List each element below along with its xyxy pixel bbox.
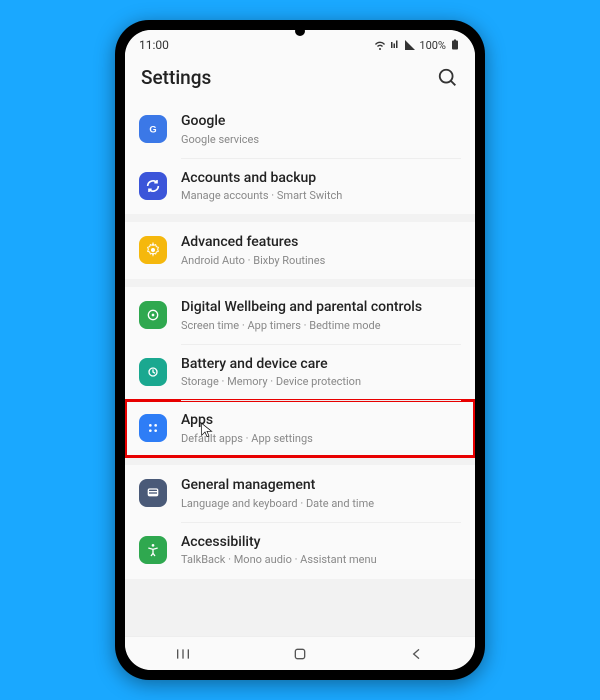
signal-icon — [404, 39, 416, 51]
clock: 11:00 — [139, 38, 169, 52]
settings-item-apps[interactable]: Apps Default apps · App settings — [125, 400, 475, 457]
item-subtitle: TalkBack · Mono audio · Assistant menu — [181, 553, 461, 566]
home-button[interactable] — [285, 646, 315, 662]
svg-text:G: G — [149, 124, 156, 134]
item-title: Accessibility — [181, 534, 461, 552]
item-subtitle: Manage accounts · Smart Switch — [181, 189, 461, 202]
status-icons: 100% — [374, 39, 461, 52]
wifi-icon — [374, 39, 386, 51]
item-title: Digital Wellbeing and parental controls — [181, 299, 461, 317]
item-title: General management — [181, 477, 461, 495]
item-subtitle: Default apps · App settings — [181, 432, 461, 445]
accessibility-icon — [139, 536, 167, 564]
item-subtitle: Google services — [181, 133, 461, 146]
lte-icon — [389, 39, 401, 51]
item-title: Google — [181, 113, 461, 131]
page-title: Settings — [141, 66, 211, 89]
settings-item-google[interactable]: G Google Google services — [125, 101, 475, 158]
search-icon — [437, 67, 459, 89]
general-icon — [139, 479, 167, 507]
gear-icon — [139, 236, 167, 264]
settings-item-accounts[interactable]: Accounts and backup Manage accounts · Sm… — [125, 158, 475, 215]
camera-notch — [295, 26, 305, 36]
wellbeing-icon — [139, 301, 167, 329]
settings-item-general[interactable]: General management Language and keyboard… — [125, 465, 475, 522]
sync-icon — [139, 172, 167, 200]
apps-icon — [139, 414, 167, 442]
battery-text: 100% — [419, 39, 446, 52]
item-title: Battery and device care — [181, 356, 461, 374]
phone-frame: 11:00 100% Settings G — [115, 20, 485, 680]
header: Settings — [125, 56, 475, 101]
item-title: Advanced features — [181, 234, 461, 252]
settings-item-battery[interactable]: Battery and device care Storage · Memory… — [125, 344, 475, 401]
search-button[interactable] — [437, 67, 459, 89]
item-subtitle: Storage · Memory · Device protection — [181, 375, 461, 388]
item-title: Apps — [181, 412, 461, 430]
settings-item-accessibility[interactable]: Accessibility TalkBack · Mono audio · As… — [125, 522, 475, 579]
back-button[interactable] — [402, 646, 432, 662]
item-subtitle: Language and keyboard · Date and time — [181, 497, 461, 510]
item-title: Accounts and backup — [181, 170, 461, 188]
settings-item-advanced[interactable]: Advanced features Android Auto · Bixby R… — [125, 222, 475, 279]
navigation-bar — [125, 636, 475, 670]
settings-list: G Google Google services Accounts and ba… — [125, 101, 475, 636]
device-care-icon — [139, 358, 167, 386]
recents-button[interactable] — [168, 646, 198, 662]
screen: 11:00 100% Settings G — [125, 30, 475, 670]
item-subtitle: Android Auto · Bixby Routines — [181, 254, 461, 267]
google-icon: G — [139, 115, 167, 143]
battery-icon — [449, 39, 461, 51]
settings-item-wellbeing[interactable]: Digital Wellbeing and parental controls … — [125, 287, 475, 344]
item-subtitle: Screen time · App timers · Bedtime mode — [181, 319, 461, 332]
